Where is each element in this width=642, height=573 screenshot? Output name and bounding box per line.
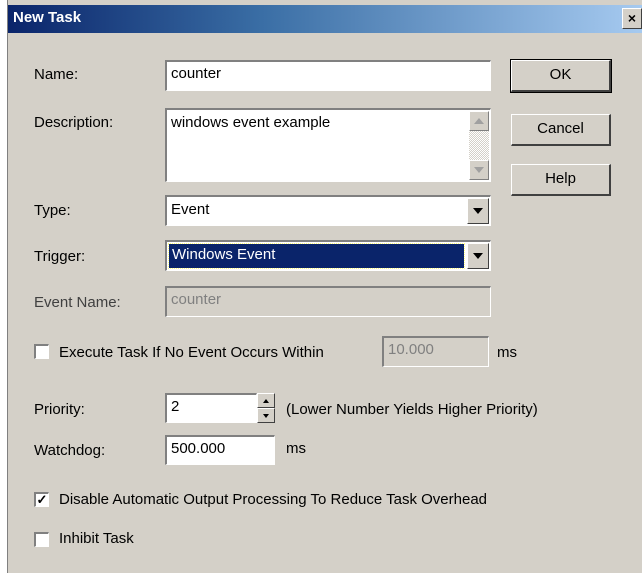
scroll-up-icon[interactable] (469, 111, 489, 131)
watchdog-label: Watchdog: (34, 442, 106, 459)
type-select[interactable]: Event (165, 195, 491, 226)
priority-input[interactable]: 2 (165, 393, 257, 423)
disable-output-label: Disable Automatic Output Processing To R… (59, 491, 488, 508)
execute-timeout-input: 10.000 (382, 336, 489, 367)
cancel-button[interactable]: Cancel (511, 114, 611, 146)
description-textarea[interactable]: windows event example (165, 108, 491, 182)
type-label: Type: (34, 202, 71, 219)
event-name-input: counter (165, 286, 491, 317)
window-title: New Task (13, 9, 82, 26)
priority-spin-buttons[interactable] (257, 393, 275, 423)
watchdog-unit: ms (286, 440, 306, 457)
description-text: windows event example (171, 114, 331, 131)
dropdown-arrow-icon[interactable] (467, 198, 489, 224)
new-task-dialog: New Task × Name: counter Description: wi… (0, 0, 642, 573)
event-name-label: Event Name: (34, 294, 121, 311)
disable-output-checkbox[interactable]: ✓ (34, 492, 49, 507)
watchdog-input[interactable]: 500.000 (165, 435, 275, 465)
priority-spinner[interactable]: 2 (165, 393, 275, 423)
help-button[interactable]: Help (511, 164, 611, 196)
priority-hint: (Lower Number Yields Higher Priority) (286, 401, 538, 418)
scroll-down-icon[interactable] (469, 160, 489, 180)
scroll-track[interactable] (469, 131, 489, 160)
execute-timeout-checkbox[interactable] (34, 344, 49, 359)
execute-timeout-unit: ms (497, 344, 517, 361)
spin-down-icon[interactable] (257, 408, 275, 423)
window-left-border (0, 0, 8, 573)
type-value: Event (171, 201, 210, 218)
dropdown-arrow-icon[interactable] (467, 243, 489, 269)
spin-up-icon[interactable] (257, 393, 275, 408)
priority-label: Priority: (34, 401, 85, 418)
trigger-value: Windows Event (168, 243, 465, 269)
name-label: Name: (34, 66, 79, 83)
title-bar[interactable]: New Task × (8, 5, 642, 33)
description-label: Description: (34, 114, 114, 131)
inhibit-task-label: Inhibit Task (59, 530, 134, 547)
trigger-select[interactable]: Windows Event (165, 240, 491, 271)
checkmark-icon: ✓ (36, 492, 48, 507)
trigger-label: Trigger: (34, 248, 86, 265)
execute-timeout-label: Execute Task If No Event Occurs Within (59, 344, 324, 361)
description-scrollbar[interactable] (469, 111, 489, 180)
inhibit-task-checkbox[interactable] (34, 532, 49, 547)
name-input[interactable]: counter (165, 60, 491, 91)
ok-button[interactable]: OK (510, 59, 612, 93)
close-icon[interactable]: × (622, 8, 642, 29)
